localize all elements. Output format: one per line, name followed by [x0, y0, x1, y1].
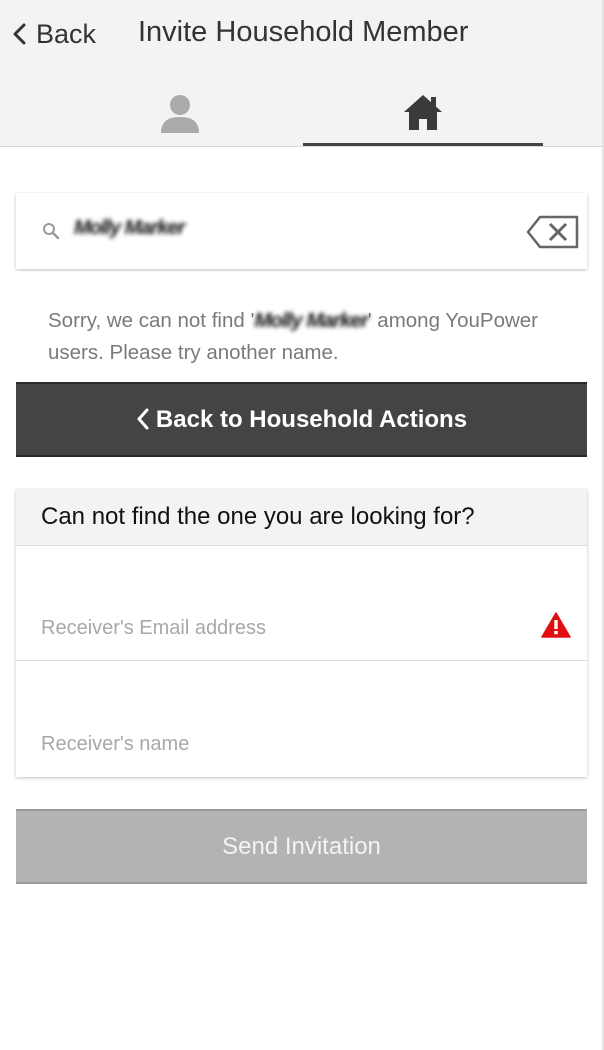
message-prefix: Sorry, we can not find ' — [48, 309, 255, 332]
message-query: Molly Marker — [254, 309, 368, 332]
search-input[interactable]: Molly Marker — [74, 217, 514, 240]
chevron-left-icon — [13, 23, 26, 45]
send-invitation-button[interactable]: Send Invitation — [16, 809, 587, 884]
invite-form-heading: Can not find the one you are looking for… — [16, 489, 587, 546]
back-to-household-actions-button[interactable]: Back to Household Actions — [16, 382, 587, 457]
back-label: Back — [36, 18, 97, 49]
warning-icon — [541, 612, 571, 638]
page-title: Invite Household Member — [138, 16, 469, 48]
person-icon — [161, 95, 199, 133]
tab-person[interactable] — [60, 80, 300, 146]
chevron-left-icon — [137, 408, 149, 429]
name-field[interactable] — [41, 733, 521, 756]
email-field-row — [16, 546, 587, 661]
not-found-message: Sorry, we can not find 'Molly Marker' am… — [48, 305, 568, 369]
name-field-row — [16, 661, 587, 776]
invite-form-card: Can not find the one you are looking for… — [16, 489, 587, 777]
back-to-household-actions-label: Back to Household Actions — [155, 405, 468, 433]
home-icon — [404, 94, 442, 130]
clear-search-icon[interactable] — [526, 215, 580, 249]
back-button[interactable]: Back — [10, 14, 96, 54]
send-invitation-label: Send Invitation — [222, 832, 381, 860]
email-field[interactable] — [41, 617, 521, 640]
search-icon — [43, 223, 60, 240]
tab-home[interactable] — [303, 80, 543, 146]
search-bar: Molly Marker — [16, 193, 587, 269]
top-bar: Back Invite Household Member — [0, 0, 604, 147]
